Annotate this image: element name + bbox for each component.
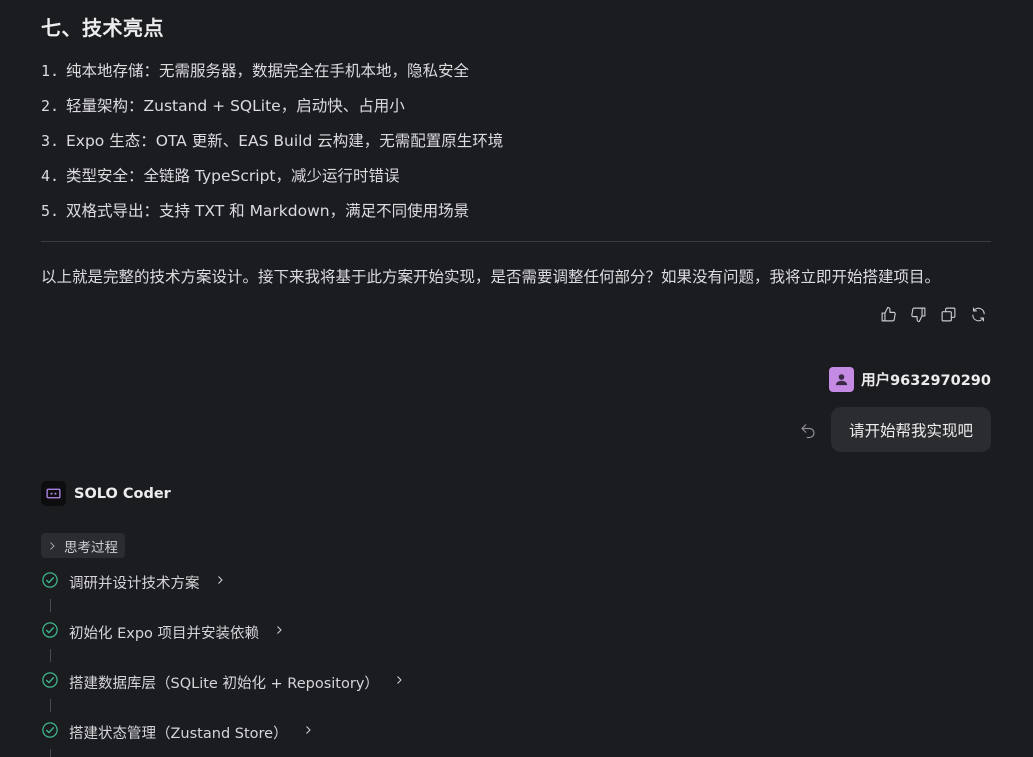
highlight-item: 3. Expo 生态：OTA 更新、EAS Build 云构建，无需配置原生环境: [41, 129, 503, 151]
thinking-process-toggle[interactable]: 思考过程: [41, 533, 125, 558]
check-circle-icon: [42, 722, 58, 738]
task-step-label: 初始化 Expo 项目并安装依赖: [69, 625, 260, 642]
regenerate-button[interactable]: [968, 304, 988, 324]
section-heading: 七、技术亮点: [41, 16, 164, 40]
step-connector: [50, 699, 51, 712]
thumbs-up-icon: [881, 306, 896, 321]
thumbs-up-button[interactable]: [878, 304, 898, 324]
highlight-number: 1.: [41, 62, 60, 80]
chevron-wrap: [210, 574, 226, 590]
task-step[interactable]: 搭建状态管理（Zustand Store）: [41, 721, 314, 743]
task-step[interactable]: 搭建数据库层（SQLite 初始化 + Repository）: [41, 671, 405, 693]
thumbs-down-icon: [910, 307, 925, 322]
copy-icon: [941, 307, 955, 321]
agent-header: SOLO Coder: [41, 481, 171, 506]
task-step-label: 搭建数据库层（SQLite 初始化 + Repository）: [69, 675, 379, 692]
highlight-number: 4.: [41, 167, 60, 185]
user-name: 用户9632970290: [861, 373, 991, 389]
user-header: 用户9632970290: [829, 367, 991, 392]
check-circle-icon: [42, 622, 58, 638]
step-connector: [50, 749, 51, 757]
refresh-icon: [971, 307, 985, 321]
undo-icon: [801, 424, 815, 439]
thinking-label: 思考过程: [64, 539, 118, 556]
check-circle-icon: [42, 672, 58, 688]
highlight-item: 2. 轻量架构：Zustand + SQLite，启动快、占用小: [41, 94, 405, 116]
check-circle-icon: [42, 572, 58, 588]
chevron-wrap: [269, 624, 285, 640]
chevron-right-icon: [50, 541, 55, 550]
agent-name: SOLO Coder: [74, 485, 171, 502]
summary-text: 以上就是完整的技术方案设计。接下来我将基于此方案开始实现，是否需要调整任何部分？…: [41, 268, 941, 286]
highlight-text: 双格式导出：支持 TXT 和 Markdown，满足不同使用场景: [66, 202, 470, 220]
undo-button[interactable]: [799, 421, 817, 439]
message-action-bar: [878, 304, 988, 324]
highlight-text: 轻量架构：Zustand + SQLite，启动快、占用小: [66, 97, 405, 115]
highlight-text: Expo 生态：OTA 更新、EAS Build 云构建，无需配置原生环境: [66, 132, 504, 150]
check-circle-icon-wrap: [41, 721, 59, 743]
highlight-item: 5. 双格式导出：支持 TXT 和 Markdown，满足不同使用场景: [41, 199, 469, 221]
chevron-right-icon: [217, 576, 223, 584]
check-circle-icon-wrap: [41, 671, 59, 693]
chat-panel: 七、技术亮点 1. 纯本地存储：无需服务器，数据完全在手机本地，隐私安全 2. 轻量…: [0, 0, 1033, 757]
user-icon: [835, 374, 848, 386]
chevron-right-icon: [277, 626, 282, 634]
chevron-right-icon: [397, 676, 402, 684]
user-message-bubble: 请开始帮我实现吧: [831, 407, 991, 452]
divider: [41, 241, 991, 242]
chat-box-icon: [46, 488, 61, 499]
step-connector: [50, 649, 51, 662]
user-message-text: 请开始帮我实现吧: [848, 421, 973, 440]
chevron-wrap: [298, 724, 314, 740]
avatar: [829, 367, 855, 392]
copy-button[interactable]: [938, 304, 958, 324]
agent-logo: [41, 481, 66, 506]
check-circle-icon-wrap: [41, 621, 59, 643]
highlight-number: 3.: [41, 132, 60, 150]
task-step[interactable]: 初始化 Expo 项目并安装依赖: [41, 621, 285, 643]
chevron-wrap: [389, 674, 405, 690]
highlight-item: 1. 纯本地存储：无需服务器，数据完全在手机本地，隐私安全: [41, 59, 469, 81]
chevron-right-icon: [305, 726, 311, 734]
task-step-label: 调研并设计技术方案: [69, 575, 200, 592]
task-step-label: 搭建状态管理（Zustand Store）: [69, 725, 288, 742]
highlight-number: 2.: [41, 97, 60, 115]
highlight-number: 5.: [41, 202, 60, 220]
highlight-text: 纯本地存储：无需服务器，数据完全在手机本地，隐私安全: [66, 62, 470, 80]
task-step[interactable]: 调研并设计技术方案: [41, 571, 226, 593]
check-circle-icon-wrap: [41, 571, 59, 593]
thumbs-down-button[interactable]: [908, 304, 928, 324]
highlight-text: 类型安全：全链路 TypeScript，减少运行时错误: [66, 167, 400, 185]
highlight-item: 4. 类型安全：全链路 TypeScript，减少运行时错误: [41, 164, 400, 186]
step-connector: [50, 599, 51, 612]
